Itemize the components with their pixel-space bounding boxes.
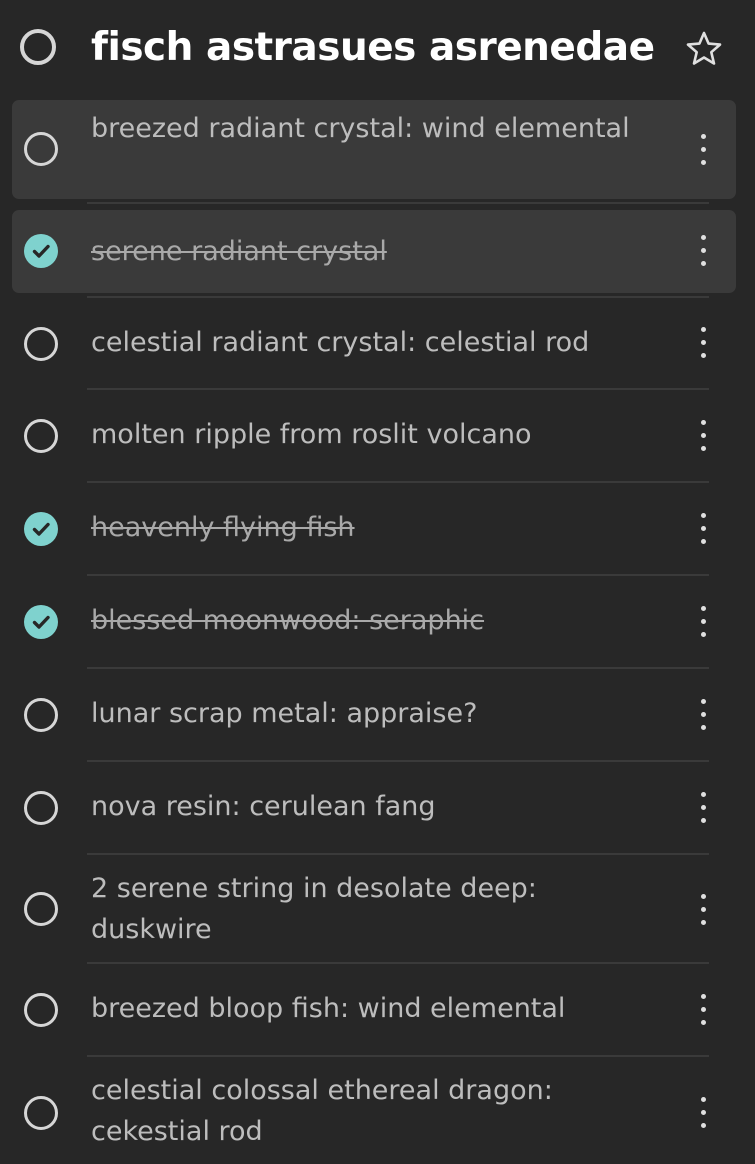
list-title[interactable]: fisch astrasues asrenedae (91, 22, 655, 74)
more-vertical-icon[interactable] (688, 507, 718, 551)
task-item[interactable]: celestial radiant crystal: celestial rod (0, 296, 755, 388)
task-item[interactable]: 2 serene string in desolate deep: duskwi… (0, 855, 755, 963)
task-label[interactable]: breezed bloop fish: wind elemental (91, 988, 651, 1029)
task-label[interactable]: blessed moonwood: seraphic (91, 600, 651, 641)
divider (87, 202, 709, 204)
circle-outline-icon[interactable] (24, 698, 58, 732)
task-item[interactable]: lunar scrap metal: appraise? (0, 669, 755, 761)
check-circle-icon[interactable] (24, 605, 58, 639)
more-vertical-icon[interactable] (688, 229, 718, 273)
circle-outline-icon[interactable] (24, 791, 58, 825)
more-vertical-icon[interactable] (688, 786, 718, 830)
task-item[interactable]: blessed moonwood: seraphic (0, 576, 755, 668)
task-label[interactable]: breezed radiant crystal: wind elemental (91, 108, 651, 149)
more-vertical-icon[interactable] (688, 988, 718, 1032)
task-item[interactable]: molten ripple from roslit volcano (0, 390, 755, 482)
task-item[interactable]: heavenly flying fish (0, 483, 755, 575)
task-item[interactable]: breezed bloop fish: wind elemental (0, 964, 755, 1056)
list-header: fisch astrasues asrenedae (0, 0, 755, 100)
task-label[interactable]: heavenly flying fish (91, 507, 651, 548)
circle-outline-icon[interactable] (24, 132, 58, 166)
task-item[interactable]: nova resin: cerulean fang (0, 762, 755, 854)
task-item[interactable]: serene radiant crystal (0, 210, 755, 293)
check-circle-icon[interactable] (24, 512, 58, 546)
task-item[interactable]: breezed radiant crystal: wind elemental (0, 100, 755, 199)
more-vertical-icon[interactable] (688, 128, 718, 172)
more-vertical-icon[interactable] (688, 1091, 718, 1135)
check-circle-icon[interactable] (24, 234, 58, 268)
circle-outline-icon[interactable] (24, 327, 58, 361)
list-circle-icon[interactable] (20, 29, 56, 65)
task-label[interactable]: nova resin: cerulean fang (91, 786, 651, 827)
star-outline-icon[interactable] (684, 29, 724, 69)
more-vertical-icon[interactable] (688, 414, 718, 458)
task-label[interactable]: celestial radiant crystal: celestial rod (91, 322, 651, 363)
more-vertical-icon[interactable] (688, 693, 718, 737)
task-label[interactable]: 2 serene string in desolate deep: duskwi… (91, 868, 651, 950)
task-label[interactable]: celestial colossal ethereal dragon: ceke… (91, 1070, 651, 1152)
circle-outline-icon[interactable] (24, 419, 58, 453)
todo-list-panel: fisch astrasues asrenedae breezed radian… (0, 0, 755, 1164)
more-vertical-icon[interactable] (688, 321, 718, 365)
more-vertical-icon[interactable] (688, 600, 718, 644)
task-label[interactable]: lunar scrap metal: appraise? (91, 693, 651, 734)
circle-outline-icon[interactable] (24, 892, 58, 926)
task-label[interactable]: serene radiant crystal (91, 231, 651, 272)
circle-outline-icon[interactable] (24, 1096, 58, 1130)
more-vertical-icon[interactable] (688, 888, 718, 932)
task-label[interactable]: molten ripple from roslit volcano (91, 414, 651, 455)
task-item[interactable]: celestial colossal ethereal dragon: ceke… (0, 1057, 755, 1164)
circle-outline-icon[interactable] (24, 993, 58, 1027)
